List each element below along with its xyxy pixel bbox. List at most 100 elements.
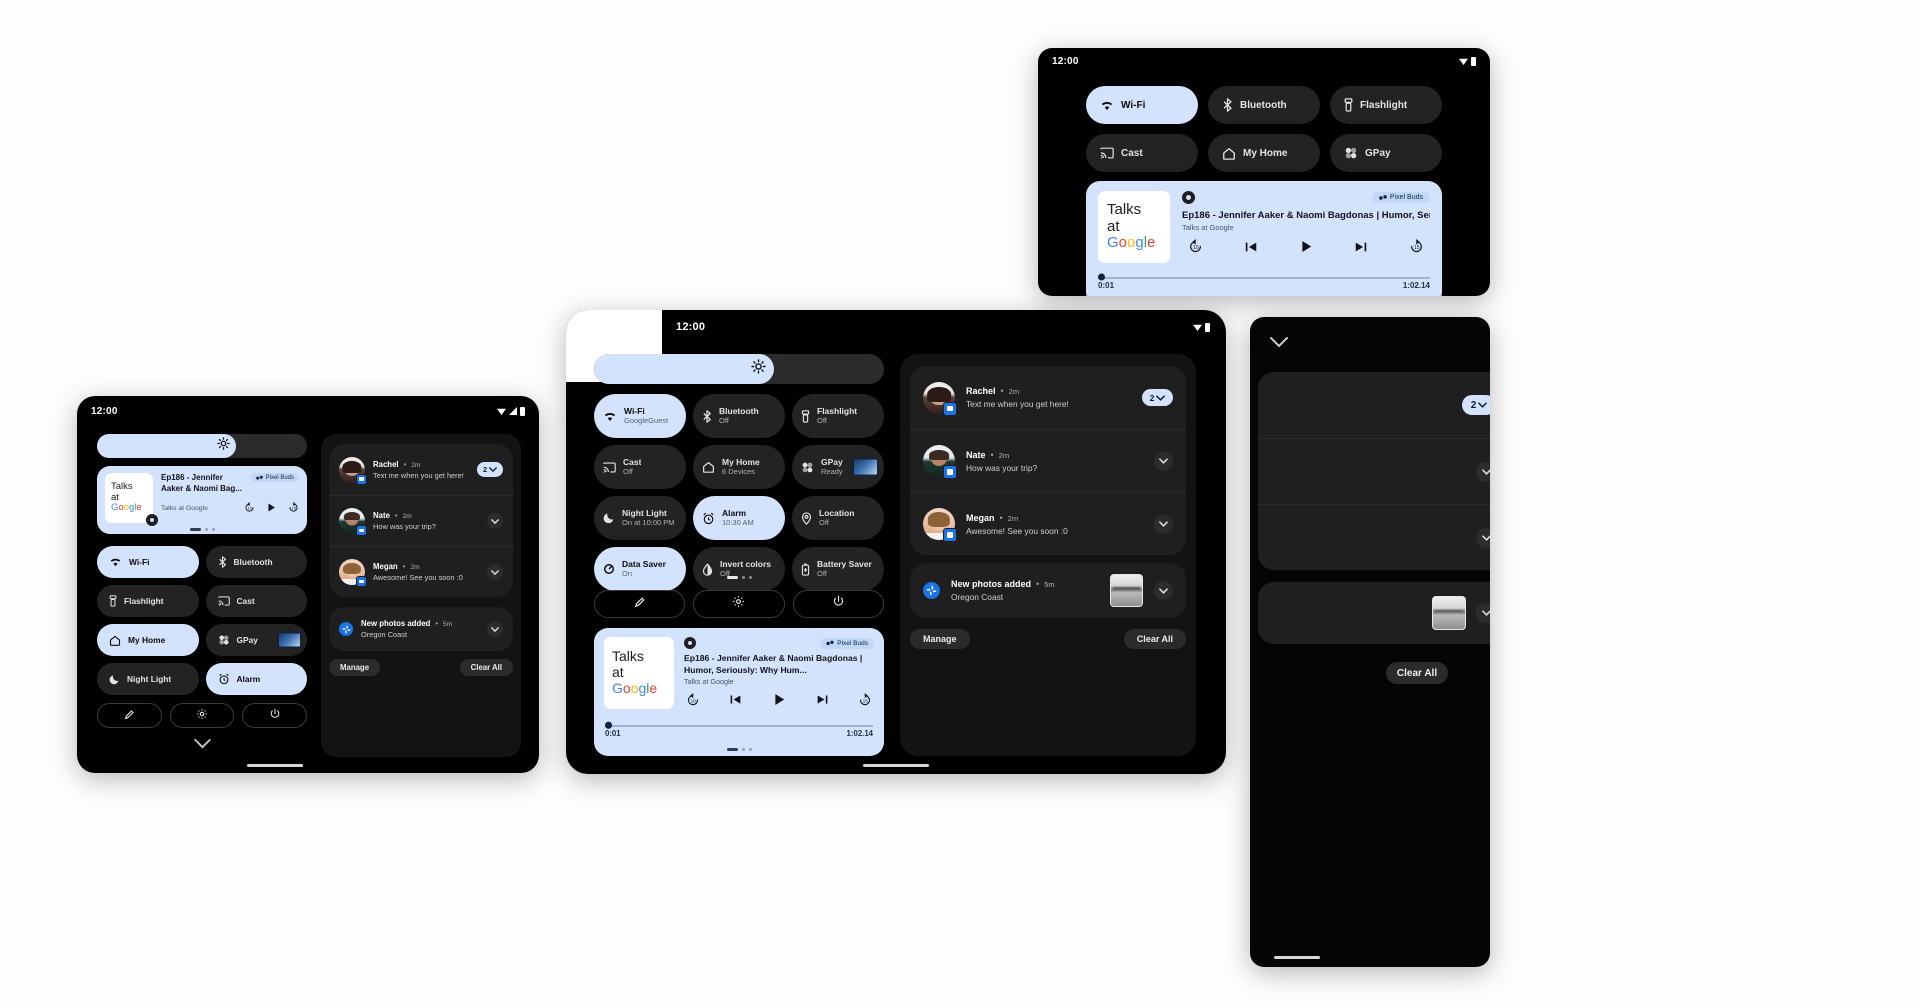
notification-photos[interactable]: New photos added • 5m Oregon Coast — [329, 607, 513, 651]
wifi-icon — [1459, 58, 1468, 65]
settings-button[interactable] — [169, 703, 235, 728]
expand-chevron[interactable] — [487, 513, 503, 529]
media-scrubber[interactable] — [605, 721, 873, 729]
tile-wifi[interactable]: Wi-Fi GoogleGuest — [594, 394, 686, 438]
datasaver-icon — [603, 563, 615, 575]
play-icon[interactable] — [266, 500, 277, 518]
forward-15-icon[interactable]: 15 — [1409, 239, 1424, 259]
replay-10-icon[interactable]: 10 — [686, 693, 700, 712]
tile-my-home[interactable]: My Home 6 Devices — [693, 445, 785, 489]
play-icon[interactable] — [772, 692, 787, 712]
notification-rachel[interactable]: Rachel • 2m Text me when you get here! 2 — [329, 444, 513, 495]
group-count-chevron[interactable]: 2 — [1142, 389, 1173, 406]
expand-chevron-ghost[interactable] — [1476, 527, 1490, 548]
count-label: 2 — [482, 465, 488, 474]
timestamp: 2m — [410, 564, 420, 571]
tile-gpay[interactable]: GPay — [205, 624, 307, 656]
tile-data-saver[interactable]: Data Saver On — [594, 547, 686, 591]
forward-15-icon[interactable]: 15 — [288, 500, 299, 518]
brightness-slider[interactable] — [97, 434, 307, 458]
group-count-chevron[interactable]: 2 — [477, 462, 503, 477]
expand-chevron[interactable] — [1154, 451, 1173, 471]
tile-location[interactable]: Location Off — [792, 496, 884, 540]
tile-flashlight[interactable]: Flashlight — [1330, 86, 1442, 124]
brightness-slider[interactable] — [594, 354, 884, 384]
edit-tiles-button[interactable] — [97, 703, 162, 728]
forward-15-icon[interactable]: 15 — [858, 693, 872, 712]
settings-button[interactable] — [693, 590, 785, 618]
tile-invert-colors[interactable]: Invert colors Off — [693, 547, 785, 591]
notification-ghost-2[interactable] — [1258, 438, 1490, 504]
tile-my-home[interactable]: My Home — [1208, 134, 1320, 172]
power-button[interactable] — [242, 703, 308, 728]
quick-settings-page-dots[interactable] — [594, 576, 884, 579]
output-device-chip[interactable]: Pixel Buds — [1371, 192, 1430, 203]
tile-bluetooth[interactable]: Bluetooth — [205, 546, 307, 578]
tile-night-light[interactable]: Night Light On at 10:00 PM — [594, 496, 686, 540]
tile-cast[interactable]: Cast Off — [594, 445, 686, 489]
expand-chevron[interactable] — [1154, 514, 1173, 534]
expand-chevron[interactable] — [487, 564, 503, 580]
manage-label: Manage — [923, 634, 957, 644]
clear-all-button[interactable]: Clear All — [459, 659, 513, 676]
notification-photos[interactable]: New photos added • 5m Oregon Coast — [910, 563, 1186, 618]
next-icon[interactable] — [816, 693, 829, 711]
expand-chevron[interactable] — [1154, 581, 1173, 600]
notification-ghost-3[interactable] — [1258, 504, 1490, 570]
tile-night-light[interactable]: Night Light — [97, 663, 199, 695]
output-device-chip[interactable]: Pixel Buds — [250, 473, 299, 482]
tile-flashlight[interactable]: Flashlight — [97, 585, 199, 617]
next-icon[interactable] — [1354, 240, 1368, 259]
tile-sublabel: 6 Devices — [722, 467, 755, 476]
tile-gpay[interactable]: GPay Ready — [792, 445, 884, 489]
album-line-1: Talks — [1107, 200, 1142, 218]
tile-cast[interactable]: Cast — [1086, 134, 1198, 172]
google-logo: Google — [612, 679, 658, 696]
media-scrubber[interactable] — [1098, 273, 1430, 281]
tile-alarm[interactable]: Alarm — [205, 663, 307, 695]
clear-all-label: Clear All — [470, 663, 502, 672]
tile-bluetooth[interactable]: Bluetooth — [1208, 86, 1320, 124]
separator: • — [394, 511, 398, 520]
notification-megan[interactable]: Megan • 2m Awesome! See you soon :0 — [329, 546, 513, 597]
expand-chevron-ghost[interactable] — [1476, 461, 1490, 482]
play-icon[interactable] — [1299, 239, 1314, 259]
tile-sublabel: 10:30 AM — [722, 518, 754, 527]
output-device-chip[interactable]: Pixel Buds — [820, 637, 874, 649]
status-icons — [1193, 322, 1210, 332]
notification-ghost-1[interactable]: 2 — [1258, 372, 1490, 438]
notification-megan[interactable]: Megan • 2m Awesome! See you soon :0 — [910, 492, 1186, 555]
notification-nate[interactable]: Nate • 2m How was your trip? — [329, 495, 513, 546]
manage-button[interactable]: Manage — [329, 659, 381, 676]
tile-battery-saver[interactable]: Battery Saver Off — [792, 547, 884, 591]
tile-alarm[interactable]: Alarm 10:30 AM — [693, 496, 785, 540]
tile-wifi[interactable]: Wi-Fi — [1086, 86, 1198, 124]
replay-10-icon[interactable]: 10 — [244, 500, 255, 518]
edit-tiles-button[interactable] — [594, 590, 686, 618]
media-page-dots[interactable] — [594, 748, 884, 751]
group-count-chevron-ghost[interactable]: 2 — [1462, 395, 1490, 415]
tile-gpay[interactable]: GPay — [1330, 134, 1442, 172]
manage-button[interactable]: Manage — [910, 629, 970, 649]
previous-icon[interactable] — [729, 693, 742, 711]
clear-all-button-ghost[interactable]: Clear All — [1386, 662, 1448, 684]
replay-10-icon[interactable]: 10 — [1188, 239, 1203, 259]
collapse-chevron-ghost[interactable] — [1270, 335, 1288, 353]
media-page-dots[interactable] — [97, 528, 307, 531]
tile-wifi[interactable]: Wi-Fi — [97, 546, 199, 578]
power-button[interactable] — [792, 590, 884, 618]
expand-chevron-ghost[interactable] — [1476, 603, 1490, 623]
notification-rachel[interactable]: Rachel • 2m Text me when you get here! 2 — [910, 366, 1186, 429]
tile-flashlight[interactable]: Flashlight Off — [792, 394, 884, 438]
collapse-shade-button[interactable] — [97, 739, 307, 749]
previous-icon[interactable] — [1244, 240, 1258, 259]
notification-nate[interactable]: Nate • 2m How was your trip? — [910, 429, 1186, 492]
quick-settings-footer — [594, 590, 884, 618]
tile-my-home[interactable]: My Home — [97, 624, 199, 656]
device-foldable: 12:00 Wi-Fi GoogleGuest Bluetooth Off Fl… — [566, 310, 1226, 774]
notification-photos-ghost[interactable] — [1258, 582, 1490, 644]
expand-chevron[interactable] — [487, 621, 503, 637]
tile-bluetooth[interactable]: Bluetooth Off — [693, 394, 785, 438]
tile-cast[interactable]: Cast — [205, 585, 307, 617]
clear-all-button[interactable]: Clear All — [1123, 629, 1186, 649]
